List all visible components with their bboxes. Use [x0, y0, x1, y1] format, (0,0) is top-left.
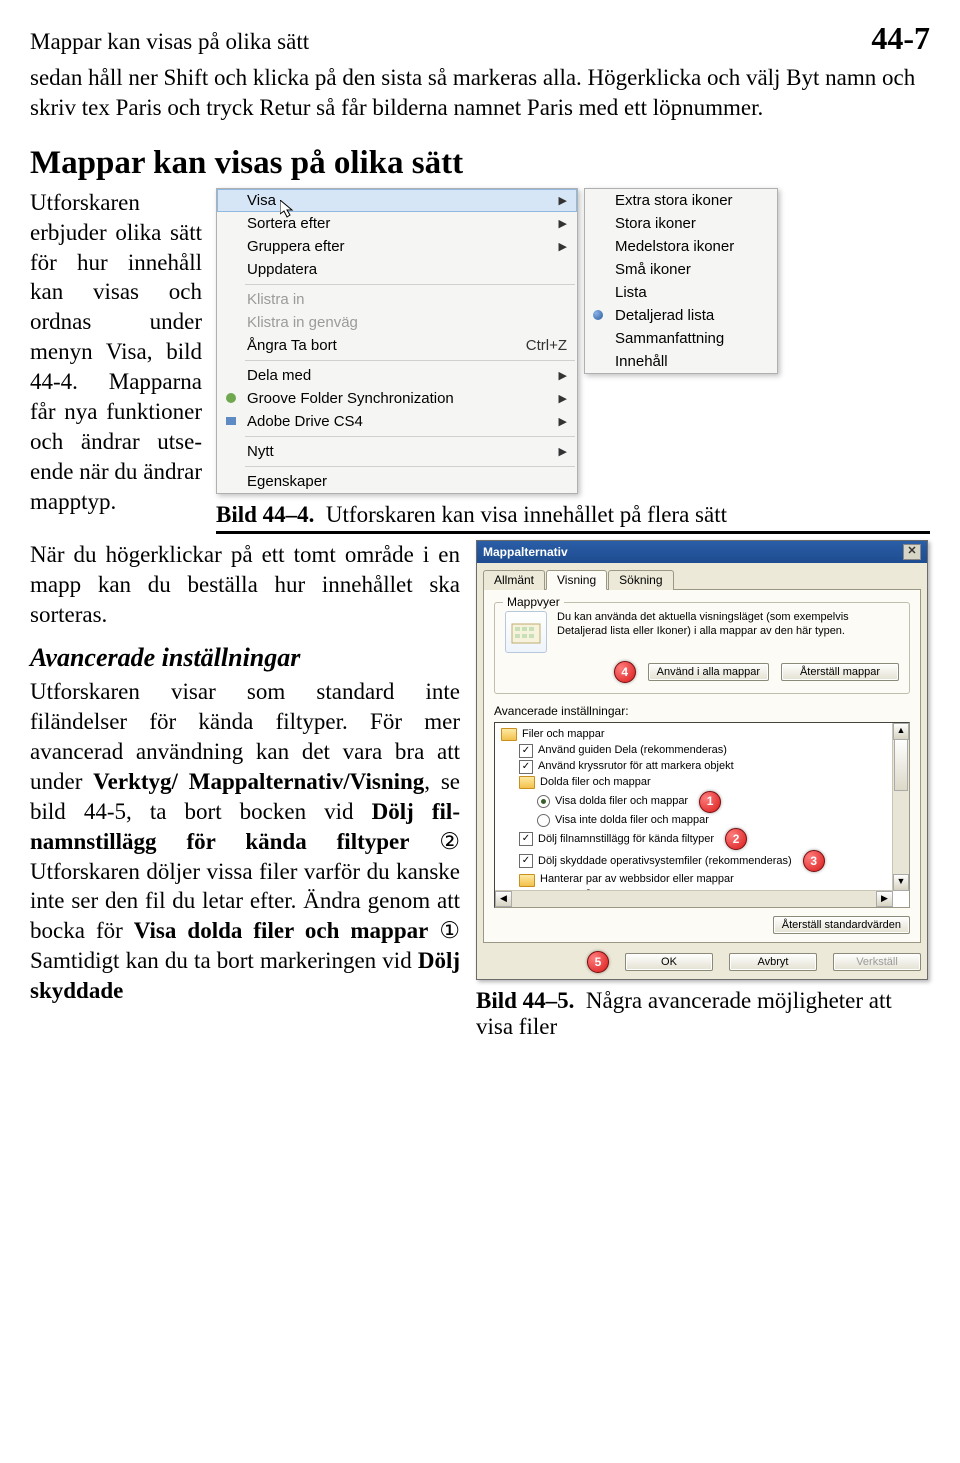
chevron-right-icon: ▶: [539, 240, 567, 253]
submenu-item[interactable]: Lista: [585, 281, 777, 304]
figure-1-caption: Bild 44–4. Utforskaren kan visa innehåll…: [216, 502, 930, 528]
tree-row[interactable]: Visa inte dolda filer och mappar: [497, 813, 907, 829]
reset-defaults-button[interactable]: Återställ standardvärden: [773, 916, 910, 934]
tree-row[interactable]: ✓Använd kryssrutor för att markera objek…: [497, 759, 907, 775]
chevron-right-icon: ▶: [539, 369, 567, 382]
chevron-right-icon: ▶: [539, 415, 567, 428]
context-menu-item[interactable]: Egenskaper: [217, 470, 577, 493]
submenu-item[interactable]: Innehåll: [585, 350, 777, 373]
vertical-scrollbar[interactable]: ▲▼: [892, 723, 909, 891]
submenu-item[interactable]: Extra stora ikoner: [585, 189, 777, 212]
apply-button[interactable]: Verkställ: [833, 953, 921, 971]
chevron-right-icon: ▶: [539, 217, 567, 230]
horizontal-scrollbar[interactable]: ◀▶: [495, 890, 893, 907]
dialog-titlebar: Mappalternativ ✕: [477, 541, 927, 563]
checkbox[interactable]: ✓: [519, 744, 533, 758]
context-menu-item[interactable]: Uppdatera: [217, 258, 577, 281]
advanced-paragraph: Utforskaren visar som standard inte filä…: [30, 677, 460, 1006]
callout-2: 2: [725, 828, 747, 850]
tree-row[interactable]: Hanterar par av webbsidor eller mappar: [497, 872, 907, 888]
context-menu-item[interactable]: Klistra in genväg: [217, 311, 577, 334]
callout-3: 3: [803, 850, 825, 872]
context-menu-item[interactable]: Visa▶: [217, 189, 577, 212]
chevron-right-icon: ▶: [539, 194, 567, 207]
ok-button[interactable]: OK: [625, 953, 713, 971]
view-submenu: Extra stora ikonerStora ikonerMedelstora…: [584, 188, 778, 374]
tab-general[interactable]: Allmänt: [483, 570, 545, 590]
dialog-title-text: Mappalternativ: [483, 545, 568, 559]
folder-icon: [501, 728, 517, 741]
figure-2-caption: Bild 44–5. Några avancerade möjlig­heter…: [476, 988, 930, 1040]
folder-view-icon: [505, 611, 547, 653]
tree-row[interactable]: Visa dolda filer och mappar1: [497, 791, 907, 813]
context-menu-item[interactable]: Nytt▶: [217, 440, 577, 463]
submenu-item[interactable]: Sammanfattning: [585, 327, 777, 350]
tree-row[interactable]: ✓Dölj skyddade operativsystemfiler (reko…: [497, 850, 907, 872]
context-menu-item[interactable]: Klistra in: [217, 288, 577, 311]
submenu-item[interactable]: Medelstora ikoner: [585, 235, 777, 258]
page-number: 44-7: [871, 20, 930, 57]
groupbox-text: Du kan använda det aktuella visningsläge…: [557, 611, 899, 639]
tree-row[interactable]: ✓Använd guiden Dela (rekommenderas): [497, 743, 907, 759]
submenu-item[interactable]: Detaljerad lista: [585, 304, 777, 327]
bullet-icon: [593, 310, 603, 320]
subsection-title: Avancerade inställningar: [30, 641, 460, 675]
context-menu: Visa▶Sortera efter▶Gruppera efter▶Uppdat…: [216, 188, 578, 494]
para-continuation: När du högerklick­ar på ett tomt område …: [30, 540, 460, 630]
submenu-item[interactable]: Små ikoner: [585, 258, 777, 281]
tree-row[interactable]: ✓Dölj filnamnstillägg för kända filtyper…: [497, 828, 907, 850]
callout-5: 5: [587, 951, 609, 973]
apply-to-all-folders-button[interactable]: Använd i alla mappar: [648, 663, 769, 681]
cancel-button[interactable]: Avbryt: [729, 953, 817, 971]
checkbox[interactable]: ✓: [519, 854, 533, 868]
folder-icon: [519, 776, 535, 789]
radio[interactable]: [537, 795, 550, 808]
sync-icon: [223, 390, 239, 406]
tree-row[interactable]: Dolda filer och mappar: [497, 775, 907, 791]
context-menu-item[interactable]: Gruppera efter▶: [217, 235, 577, 258]
checkbox[interactable]: ✓: [519, 832, 533, 846]
dialog-tabs: Allmänt Visning Sökning: [483, 569, 921, 590]
folder-options-dialog: Mappalternativ ✕ Allmänt Visning Sökning…: [476, 540, 928, 980]
tab-search[interactable]: Sökning: [608, 570, 673, 590]
context-menu-item[interactable]: Ångra Ta bortCtrl+Z: [217, 334, 577, 357]
intro-paragraph: sedan håll ner Shift och klicka på den s…: [30, 63, 930, 123]
folder-views-group: Mappvyer Du kan använda det aktuella vis…: [494, 602, 910, 694]
section-title: Mappar kan visas på olika sätt: [30, 145, 930, 182]
tab-view[interactable]: Visning: [546, 570, 607, 590]
callout-1: 1: [699, 791, 721, 813]
callout-4: 4: [614, 661, 636, 683]
running-header: Mappar kan visas på olika sätt: [30, 29, 309, 55]
tree-row[interactable]: Filer och mappar: [497, 727, 907, 743]
left-column-text-1: Utforskaren erbjuder olika sätt för hur …: [30, 188, 202, 534]
context-menu-item[interactable]: Sortera efter▶: [217, 212, 577, 235]
radio[interactable]: [537, 814, 550, 827]
advanced-settings-label: Avancerade inställningar:: [494, 704, 910, 718]
close-icon[interactable]: ✕: [903, 544, 921, 560]
chevron-right-icon: ▶: [539, 445, 567, 458]
context-menu-item[interactable]: Adobe Drive CS4▶: [217, 410, 577, 433]
drive-icon: [223, 413, 239, 429]
reset-folders-button[interactable]: Återställ mappar: [781, 663, 899, 681]
context-menu-item[interactable]: Groove Folder Synchronization▶: [217, 387, 577, 410]
context-menu-item[interactable]: Dela med▶: [217, 364, 577, 387]
chevron-right-icon: ▶: [539, 392, 567, 405]
caption-rule: [216, 531, 930, 534]
checkbox[interactable]: ✓: [519, 760, 533, 774]
groupbox-title: Mappvyer: [503, 595, 564, 609]
advanced-tree[interactable]: Filer och mappar✓Använd guiden Dela (rek…: [494, 722, 910, 908]
submenu-item[interactable]: Stora ikoner: [585, 212, 777, 235]
folder-icon: [519, 874, 535, 887]
